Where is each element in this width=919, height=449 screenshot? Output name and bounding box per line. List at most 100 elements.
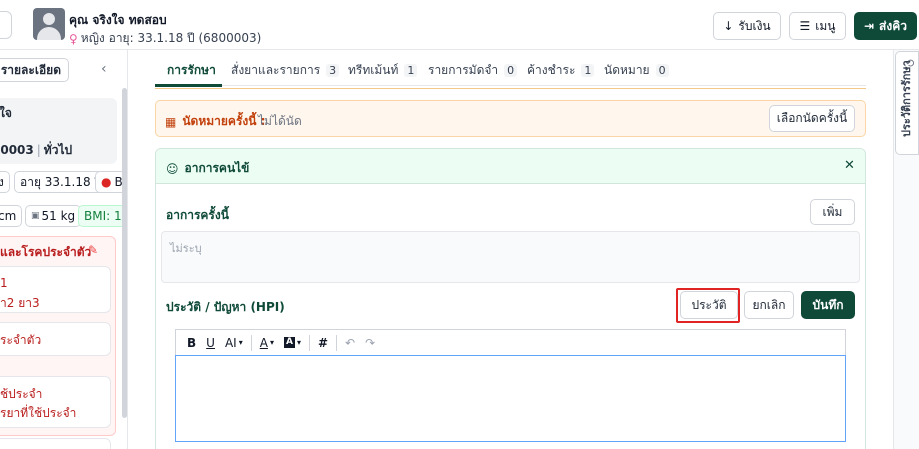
tab-outstanding[interactable]: ค้างชำระ 1: [527, 61, 595, 80]
sidebar-scrollbar[interactable]: [122, 88, 127, 418]
add-button[interactable]: เพิ่ม: [810, 199, 855, 225]
tab-label: ค้างชำระ: [527, 63, 576, 77]
chief-complaint-header: [156, 149, 865, 184]
list-item-line2: รยาที่ใช้ประจำ: [0, 406, 77, 420]
chevron-down-icon: ▾: [238, 338, 243, 347]
select-appointment-button[interactable]: เลือกนัดครั้งนี้: [769, 105, 855, 132]
save-button[interactable]: บันทึก: [801, 291, 855, 319]
highlight-button[interactable]: A ▾: [279, 330, 306, 356]
hn-value: 00003: [0, 143, 34, 157]
disease-section-title: และโรคประจำตัว: [0, 245, 92, 259]
detail-button[interactable]: รายละเอียด: [0, 58, 69, 82]
chief-complaint-title-text: อาการคนไข้: [184, 161, 250, 175]
weight-value: 51 kg: [41, 209, 76, 223]
gender-chip: ง: [0, 171, 10, 193]
menu-button-label: เมนู: [815, 18, 836, 33]
list-item[interactable]: [0, 438, 111, 449]
font-color-button[interactable]: A ▾: [255, 330, 279, 356]
appointment-label: ▦ นัดหมายครั้งนี้ :: [165, 112, 265, 131]
menu-button[interactable]: ☰ เมนู: [789, 12, 846, 40]
tab-label: การรักษา: [167, 63, 216, 77]
avatar-shoulders: [37, 27, 61, 40]
close-icon[interactable]: ✕: [844, 158, 855, 173]
hpi-editor-area[interactable]: [175, 355, 846, 442]
avatar: [33, 8, 65, 40]
exit-arrow-icon: ⇥: [863, 19, 875, 33]
tab-appointments[interactable]: นัดหมาย 0: [604, 61, 669, 80]
list-item-line1: ระจำตัว: [0, 333, 42, 347]
chevron-left-icon[interactable]: ‹: [101, 61, 107, 77]
current-symptom-value: ไม่ระบุ: [170, 242, 202, 255]
bmi-chip: BMI: 18: [78, 205, 127, 227]
calendar-icon: ▦: [165, 114, 177, 129]
current-symptom-label: อาการครั้งนี้: [166, 208, 229, 222]
bold-button[interactable]: B: [182, 330, 201, 356]
tab-treatments[interactable]: ทรีทเม้นท์ 1: [348, 61, 418, 80]
editor-toolbar: B U AI ▾ A ▾ A ▾ # ↶ ↷: [175, 329, 846, 355]
undo-icon[interactable]: ↶: [340, 330, 360, 356]
hamburger-icon: ☰: [799, 19, 811, 33]
tab-label: ทรีทเม้นท์: [348, 63, 399, 77]
tab-count: 0: [655, 64, 669, 77]
treatment-history-label: ประวัติการรักษา: [900, 60, 913, 137]
edit-icon[interactable]: ✎: [88, 243, 98, 257]
tabs-divider: [155, 88, 866, 89]
weight-chip: ▣ 51 kg: [25, 205, 82, 227]
age-chip: อายุ 33.1.18 ปี: [14, 171, 109, 193]
appointment-value: ไม่ได้นัด: [258, 114, 302, 128]
chevron-down-icon: ▾: [269, 338, 274, 347]
underline-button[interactable]: U: [201, 330, 220, 356]
smile-icon: ☺: [166, 161, 179, 176]
font-size-button[interactable]: AI ▾: [220, 330, 248, 356]
current-symptom-field[interactable]: [161, 231, 860, 283]
font-size-label: AI: [224, 335, 237, 350]
chief-complaint-title: ☺ อาการคนไข้: [166, 159, 249, 178]
tab-count: 0: [504, 64, 518, 77]
list-item-line1: 1: [0, 276, 8, 290]
send-queue-button-label: ส่งคิว: [879, 18, 907, 33]
tab-deposits[interactable]: รายการมัดจำ 0: [428, 61, 518, 80]
patient-info-text: หญิง อายุ: 33.1.18 ปี (6800003): [80, 31, 262, 45]
cancel-button[interactable]: ยกเลิก: [744, 291, 794, 319]
hpi-label: ประวัติ / ปัญหา (HPI): [166, 300, 285, 314]
tab-count: 1: [581, 64, 595, 77]
tab-label: รายการมัดจำ: [428, 63, 499, 77]
patient-summary-name: จใจ: [0, 106, 12, 120]
font-color-label: A: [259, 335, 268, 350]
tab-orders[interactable]: สั่งยาและรายการ 3: [231, 61, 340, 80]
female-icon: ♀: [69, 31, 78, 46]
pay-button[interactable]: ↓ รับเงิน: [713, 12, 781, 40]
patient-name: คุณ จริงใจ ทดสอบ: [69, 13, 167, 27]
appointment-label-text: นัดหมายครั้งนี้ :: [182, 114, 266, 128]
blood-drop-icon: ●: [101, 175, 112, 189]
height-chip: cm: [0, 205, 23, 227]
tab-label: นัดหมาย: [604, 63, 650, 77]
history-button[interactable]: ประวัติ: [680, 291, 738, 319]
active-tab-indicator: [155, 84, 222, 87]
patient-summary-hn: 00003|ทั่วไป: [0, 141, 72, 160]
toolbar-divider: [308, 334, 310, 351]
pay-button-label: รับเงิน: [738, 18, 771, 33]
hashtag-button[interactable]: #: [313, 330, 333, 356]
weight-icon: ▣: [31, 211, 40, 221]
top-bar: คุณ จริงใจ ทดสอบ ♀ หญิง อายุ: 33.1.18 ปี…: [0, 0, 919, 50]
toolbar-divider: [336, 334, 338, 351]
treatment-tabs: การรักษา สั่งยาและรายการ 3 ทรีทเม้นท์ 1 …: [155, 50, 866, 86]
patient-info: ♀ หญิง อายุ: 33.1.18 ปี (6800003): [69, 29, 261, 48]
patient-summary-card: จใจ I 00003|ทั่วไป: [0, 98, 117, 164]
tab-label: สั่งยาและรายการ: [231, 63, 321, 77]
redo-icon[interactable]: ↷: [360, 330, 380, 356]
tab-count: 3: [326, 64, 340, 77]
back-edge-button[interactable]: [0, 11, 12, 39]
avatar-head: [43, 13, 55, 25]
send-queue-button[interactable]: ⇥ ส่งคิว: [854, 12, 917, 40]
patient-type: ทั่วไป: [43, 143, 73, 157]
list-item-line2: า2 ยา3: [0, 296, 40, 310]
list-item-line1: ช้ประจำ: [0, 387, 43, 401]
arrow-down-icon: ↓: [723, 19, 734, 33]
highlight-icon: A: [283, 337, 295, 348]
tab-treatment[interactable]: การรักษา: [167, 61, 216, 80]
patient-sidebar: รายละเอียด ‹ จใจ I 00003|ทั่วไป ง อายุ 3…: [0, 50, 128, 449]
toolbar-divider: [250, 334, 252, 351]
tab-count: 1: [404, 64, 418, 77]
